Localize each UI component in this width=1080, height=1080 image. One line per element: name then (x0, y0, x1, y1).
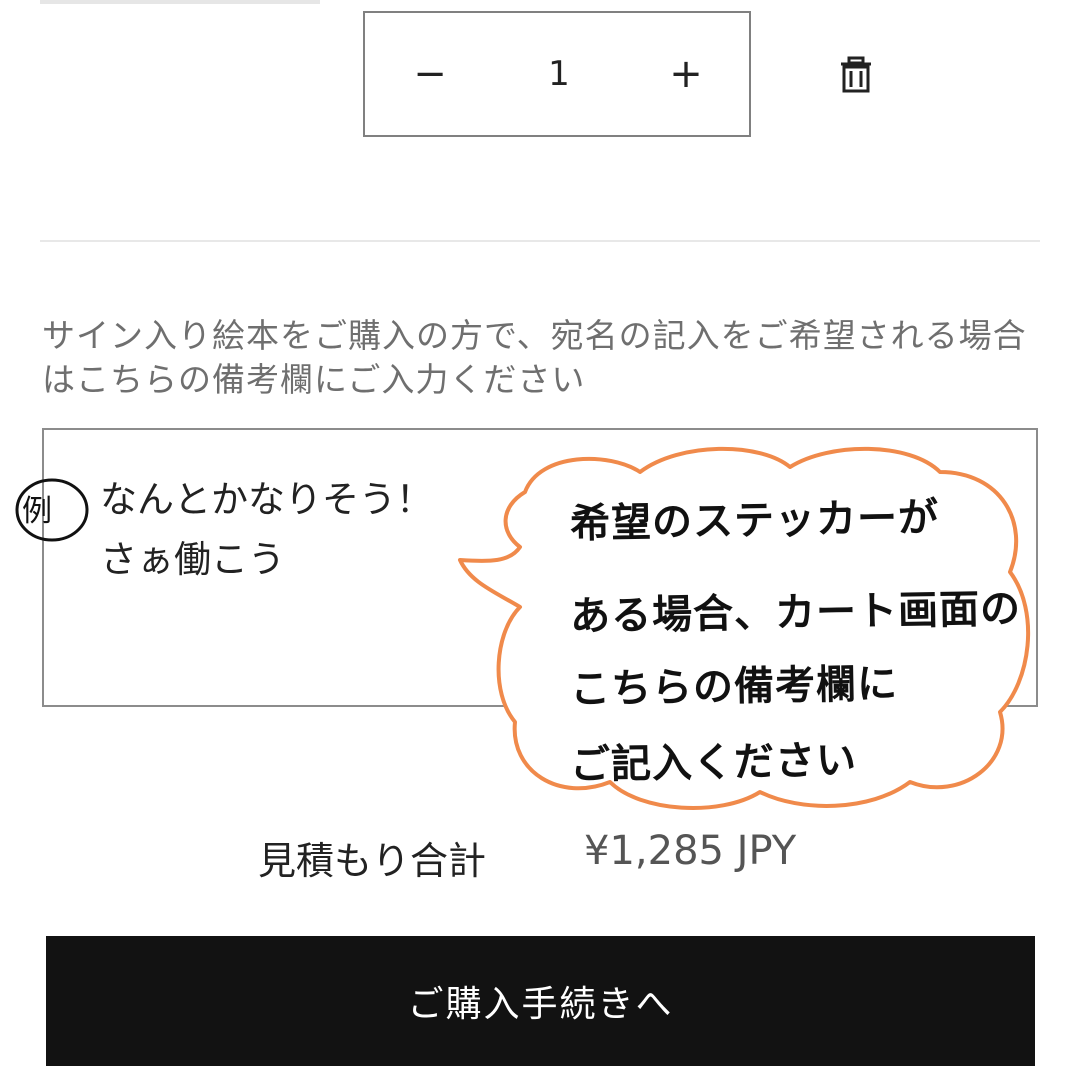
quantity-value[interactable]: 1 (505, 13, 613, 135)
quantity-stepper: − 1 + (363, 11, 751, 137)
bubble-text-line-1: 希望のステッカーが (569, 494, 940, 548)
bubble-text-line-4: ご記入ください (569, 737, 858, 789)
checkout-button[interactable]: ご購入手続きへ (46, 936, 1035, 1066)
example-mark-label: 例 (22, 494, 52, 529)
bubble-text-line-2: ある場合、カート画面の (569, 586, 1022, 640)
product-image-edge (40, 0, 320, 4)
decrease-quantity-button[interactable]: − (375, 13, 485, 135)
order-note-value-line-2: さぁ働こう (100, 538, 285, 581)
order-note-label: サイン入り絵本をご購入の方で、宛名の記入をご希望される場合はこちらの備考欄にご入… (42, 316, 1027, 399)
estimated-total-value: ¥1,285 JPY (584, 828, 797, 874)
estimated-total-label: 見積もり合計 (258, 839, 487, 883)
order-note-value-line-1: なんとかなりそう！ (100, 478, 433, 521)
trash-icon[interactable] (833, 52, 879, 98)
section-divider (40, 240, 1040, 242)
bubble-text-line-3: こちらの備考欄に (569, 661, 899, 713)
increase-quantity-button[interactable]: + (631, 13, 741, 135)
